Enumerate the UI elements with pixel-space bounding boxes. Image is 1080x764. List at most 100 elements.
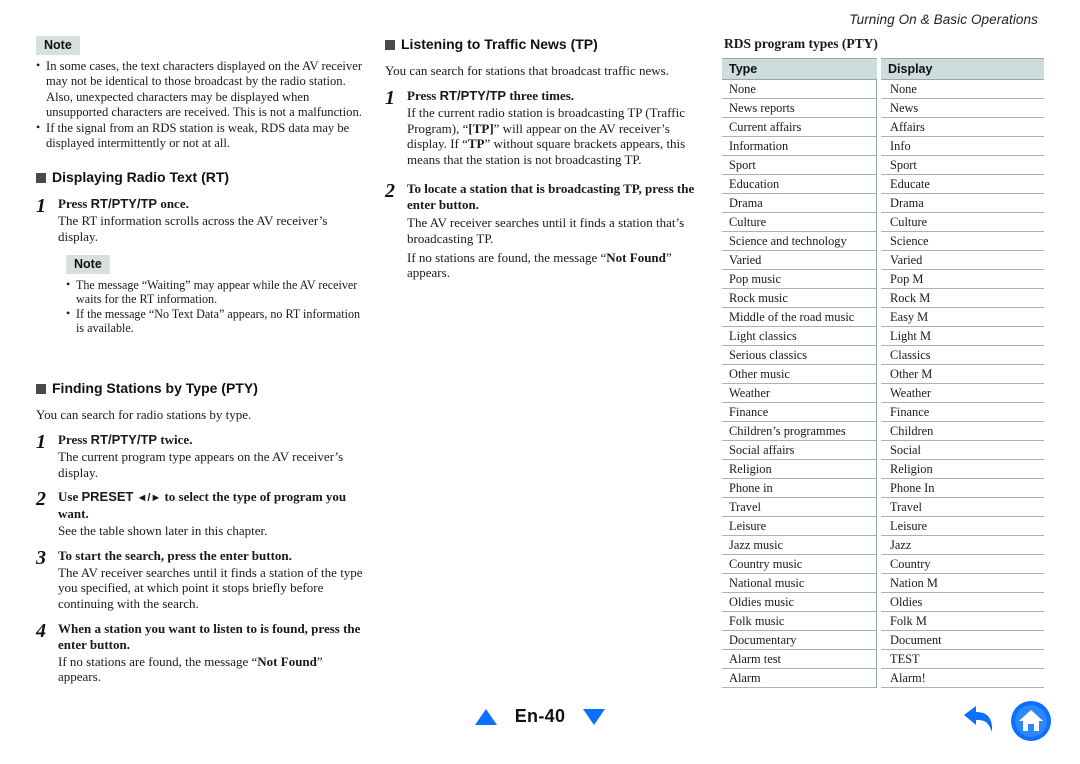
table-row: None None	[722, 80, 1044, 99]
section-heading-label: Displaying Radio Text (RT)	[52, 169, 230, 186]
step-text: The AV receiver searches until it finds …	[407, 215, 685, 246]
table-row: Jazz music Jazz	[722, 536, 1044, 555]
cell-type: None	[722, 80, 877, 99]
table-row: Country music Country	[722, 555, 1044, 574]
table-row: Children’s programmes Children	[722, 422, 1044, 441]
column-middle: Listening to Traffic News (TP) You can s…	[385, 36, 703, 281]
back-arrow-icon[interactable]	[960, 704, 996, 743]
cell-display: Finance	[881, 403, 1044, 422]
home-icon[interactable]	[1010, 700, 1052, 747]
square-bullet-icon	[385, 39, 395, 50]
table-row: Education Educate	[722, 175, 1044, 194]
table-row: Middle of the road music Easy M	[722, 308, 1044, 327]
step-text-emphasis: Not Found	[606, 249, 666, 265]
section-heading-traffic-news: Listening to Traffic News (TP)	[385, 36, 703, 53]
cell-display: Educate	[881, 175, 1044, 194]
step-item: 1 Press RT/PTY/TP once. The RT informati…	[36, 196, 366, 244]
step-item: 2 Use PRESET ◄/► to select the type of p…	[36, 489, 366, 539]
step-body: To start the search, press the enter but…	[58, 548, 366, 612]
step-title: To locate a station that is broadcasting…	[407, 181, 695, 213]
page-label: En-40	[514, 706, 566, 726]
table-head: Type Display	[722, 58, 1044, 80]
triangle-up-icon[interactable]	[474, 708, 497, 725]
cell-type: Country music	[722, 555, 877, 574]
step-title-pre: Use	[58, 489, 82, 505]
section-heading-label: Finding Stations by Type (PTY)	[52, 380, 258, 396]
cell-type: Travel	[722, 498, 877, 517]
step-text: If the current radio station is broadcas…	[407, 105, 703, 167]
step-number: 1	[36, 195, 46, 218]
cell-display: Rock M	[881, 289, 1044, 308]
cell-type: Culture	[722, 213, 877, 232]
cell-display: Children	[881, 422, 1044, 441]
cell-type: Folk music	[722, 612, 877, 631]
step-title-pre: Press	[407, 88, 440, 103]
table-row: Folk music Folk M	[722, 612, 1044, 631]
step-body: To locate a station that is broadcasting…	[407, 181, 703, 280]
section-intro: You can search for stations that broadca…	[385, 63, 669, 78]
cell-type: Drama	[722, 194, 877, 213]
cell-display: Travel	[881, 498, 1044, 517]
section-heading-finding-stations: Finding Stations by Type (PTY)	[36, 380, 366, 397]
cell-type: Alarm test	[722, 650, 877, 669]
cell-display: Leisure	[881, 517, 1044, 536]
square-bullet-icon	[36, 383, 46, 394]
step-title: Use PRESET ◄/► to select the type of pro…	[58, 489, 366, 522]
cell-display: Info	[881, 137, 1044, 156]
step-body: Press RT/PTY/TP twice. The current progr…	[58, 432, 366, 480]
note-badge: Note	[66, 254, 110, 274]
step-item: 2 To locate a station that is broadcasti…	[385, 181, 703, 280]
cell-type: Documentary	[722, 631, 877, 650]
cell-display: Oldies	[881, 593, 1044, 612]
step-title-key: PRESET	[81, 489, 134, 505]
cell-type: Sport	[722, 156, 877, 175]
step-item: 1 Press RT/PTY/TP three times. If the cu…	[385, 88, 703, 167]
cell-display: Other M	[881, 365, 1044, 384]
table-row: Pop music Pop M	[722, 270, 1044, 289]
step-body: Use PRESET ◄/► to select the type of pro…	[58, 489, 366, 539]
table-row: Information Info	[722, 137, 1044, 156]
cell-type: Information	[722, 137, 877, 156]
cell-type: Religion	[722, 460, 877, 479]
table-row: Alarm Alarm!	[722, 669, 1044, 688]
nav-icons	[960, 700, 1052, 747]
step-title: Press RT/PTY/TP once.	[58, 196, 366, 212]
cell-display: None	[881, 80, 1044, 99]
table-row: Drama Drama	[722, 194, 1044, 213]
table-row: Religion Religion	[722, 460, 1044, 479]
table-row: Rock music Rock M	[722, 289, 1044, 308]
cell-type: Children’s programmes	[722, 422, 877, 441]
step-title: When a station you want to listen to is …	[58, 620, 361, 652]
table-row: Documentary Document	[722, 631, 1044, 650]
pager: En-40	[0, 706, 1080, 727]
step-body: Press RT/PTY/TP once. The RT information…	[58, 196, 366, 244]
step-item: 3 To start the search, press the enter b…	[36, 548, 366, 612]
cell-type: Finance	[722, 403, 877, 422]
step-title: Press RT/PTY/TP three times.	[407, 88, 703, 104]
section-heading-label: Listening to Traffic News (TP)	[401, 36, 598, 52]
triangle-down-icon[interactable]	[583, 708, 606, 725]
pty-table: Type Display None None News reports News Cur…	[722, 58, 1044, 688]
step-body: When a station you want to listen to is …	[58, 621, 366, 685]
cell-display: Classics	[881, 346, 1044, 365]
cell-type: Alarm	[722, 669, 877, 688]
table-row: Oldies music Oldies	[722, 593, 1044, 612]
cell-type: Phone in	[722, 479, 877, 498]
table-row: Finance Finance	[722, 403, 1044, 422]
cell-display: Varied	[881, 251, 1044, 270]
cell-display: Social	[881, 441, 1044, 460]
step-number: 1	[385, 87, 395, 109]
table-row: Alarm test TEST	[722, 650, 1044, 669]
cell-type: Varied	[722, 251, 877, 270]
table-row: Current affairs Affairs	[722, 118, 1044, 137]
cell-type: Light classics	[722, 327, 877, 346]
table-row: Serious classics Classics	[722, 346, 1044, 365]
cell-type: Current affairs	[722, 118, 877, 137]
section-intro: You can search for radio stations by typ…	[36, 407, 252, 422]
column-header-type: Type	[722, 58, 877, 80]
table-row: Phone in Phone In	[722, 479, 1044, 498]
note-item: In some cases, the text characters displ…	[36, 58, 366, 121]
cell-type: Serious classics	[722, 346, 877, 365]
cell-display: Weather	[881, 384, 1044, 403]
cell-type: Weather	[722, 384, 877, 403]
